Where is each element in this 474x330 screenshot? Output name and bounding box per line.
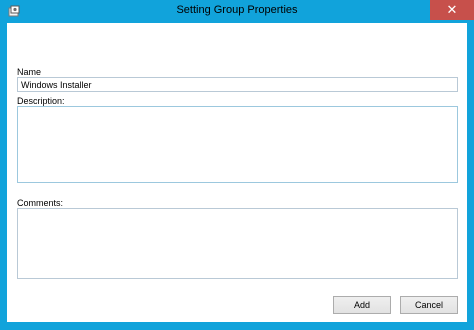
title-bar[interactable]: Setting Group Properties ✕ bbox=[0, 0, 474, 23]
close-icon: ✕ bbox=[446, 2, 458, 17]
cancel-button[interactable]: Cancel bbox=[400, 296, 458, 314]
description-field[interactable] bbox=[17, 106, 458, 183]
close-button[interactable]: ✕ bbox=[430, 0, 474, 20]
add-button[interactable]: Add bbox=[333, 296, 391, 314]
name-field-value: Windows Installer bbox=[21, 80, 92, 90]
name-label: Name bbox=[17, 67, 42, 77]
window-title: Setting Group Properties bbox=[176, 4, 298, 16]
description-label: Description: bbox=[17, 96, 65, 106]
name-field[interactable]: Windows Installer bbox=[17, 77, 458, 92]
dialog-window: Setting Group Properties ✕ Name Windows … bbox=[0, 0, 474, 330]
comments-label: Comments: bbox=[17, 198, 64, 208]
comments-field[interactable] bbox=[17, 208, 458, 279]
